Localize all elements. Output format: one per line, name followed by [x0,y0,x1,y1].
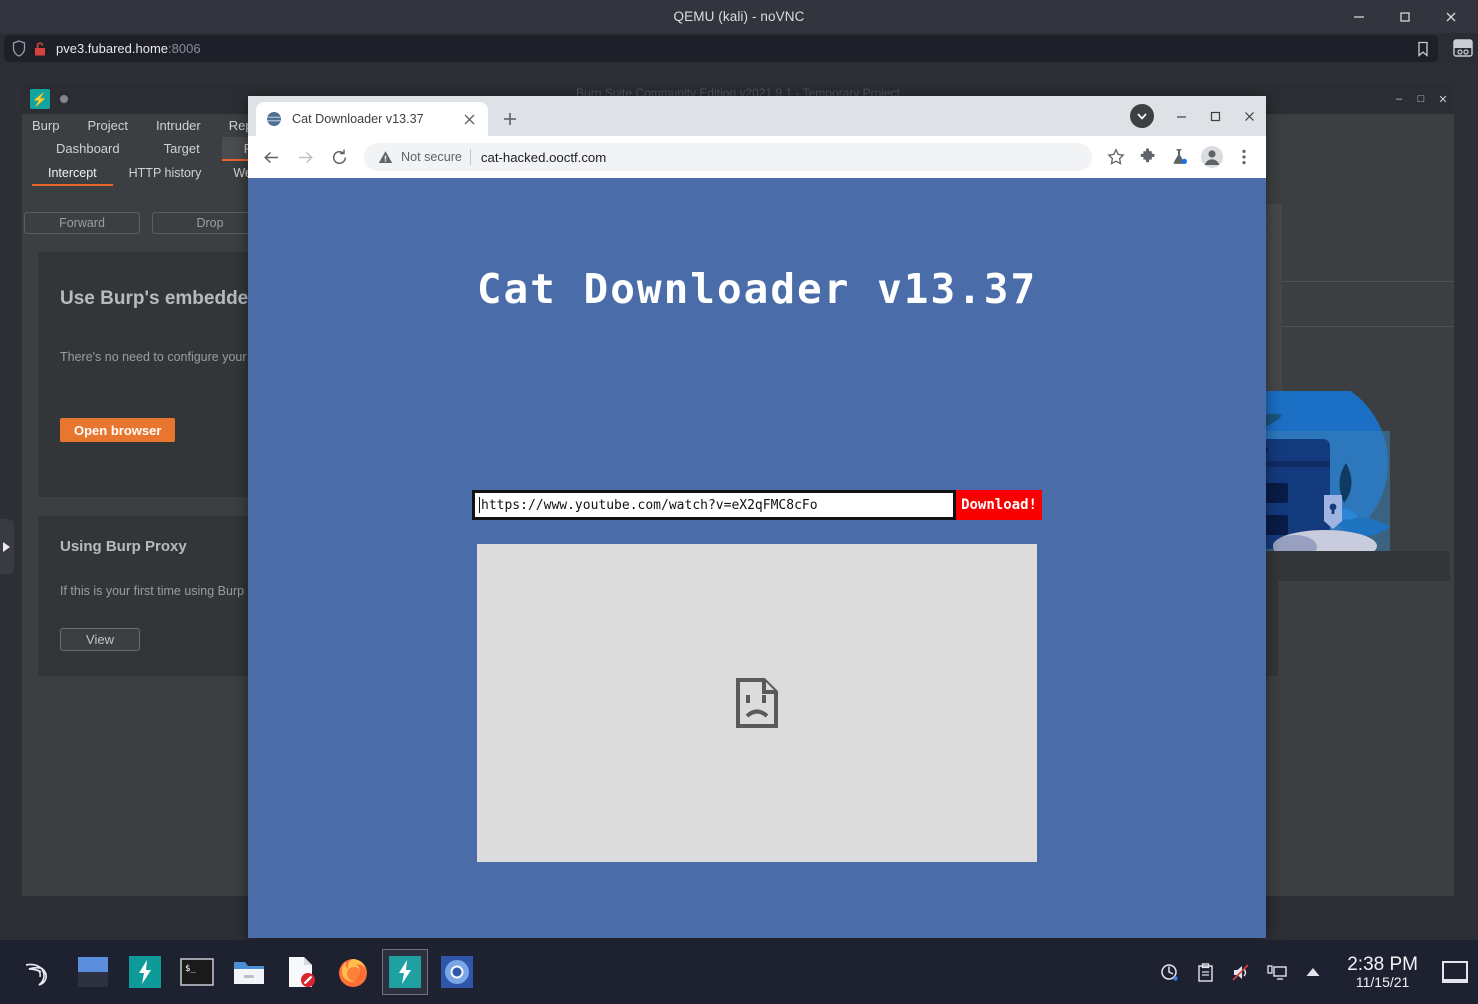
novnc-window-controls [1336,0,1474,33]
novnc-titlebar: QEMU (kali) - noVNC [0,0,1478,33]
chromium-icon[interactable] [438,953,476,991]
burp-window-controls: – □ ✕ [1388,84,1454,114]
burp-action-buttons: Forward Drop [22,212,268,234]
download-button[interactable]: Download! [956,490,1042,520]
unlocked-padlock-icon [35,41,45,55]
profile-circle-icon[interactable] [1130,104,1154,128]
burp-menu-project[interactable]: Project [87,118,127,133]
clipboard-icon[interactable] [1195,962,1215,982]
svg-text:$_: $_ [185,964,196,974]
page-viewport: Cat Downloader v13.37 https://www.youtub… [248,178,1266,938]
forward-button[interactable]: Forward [24,212,140,234]
novnc-url-port: :8006 [168,41,201,56]
url-input-value: https://www.youtube.com/watch?v=eX2qFMC8… [481,497,818,513]
chrome-close-icon[interactable] [1232,99,1266,133]
volume-muted-icon[interactable] [1231,962,1251,982]
novnc-close-icon[interactable] [1428,0,1474,33]
broken-image-placeholder [477,544,1037,862]
file-manager-icon[interactable] [230,953,268,991]
subtab-http-history[interactable]: HTTP history [113,161,218,186]
burp-menu-intruder[interactable]: Intruder [156,118,201,133]
burp-suite-icon[interactable] [126,953,164,991]
tab-dashboard[interactable]: Dashboard [34,137,142,161]
subtab-intercept[interactable]: Intercept [32,161,113,186]
burp-suite-icon: ⚡ [30,89,50,109]
tab-title: Cat Downloader v13.37 [292,112,424,126]
security-status-label: Not secure [401,150,462,164]
burp-menu-burp[interactable]: Burp [32,118,59,133]
globe-icon [266,112,281,126]
divider [1254,281,1454,282]
network-display-icon[interactable] [1267,962,1287,982]
novnc-window-title: QEMU (kali) - noVNC [673,9,805,24]
burp-close-icon[interactable]: ✕ [1432,84,1454,114]
experiments-flask-icon[interactable] [1166,143,1194,171]
divider [1254,326,1454,327]
tab-close-icon[interactable] [460,110,478,128]
page-title: Cat Downloader v13.37 [476,265,1038,313]
shield-icon [12,40,26,57]
show-desktop-button[interactable] [1442,961,1468,983]
taskbar: $_ 2:38 PM 11/15/21 [0,940,1478,1004]
new-tab-icon[interactable] [496,105,524,133]
burp-card-2-title: Using Burp Proxy [60,538,187,555]
warning-triangle-icon [378,150,393,163]
firefox-icon[interactable] [334,953,372,991]
broken-image-icon [736,678,778,728]
chrome-maximize-icon[interactable] [1198,99,1232,133]
novnc-urlbar: pve3.fubared.home:8006 [0,33,1478,64]
chrome-minimize-icon[interactable] [1164,99,1198,133]
system-tray: 2:38 PM 11/15/21 [1159,954,1478,991]
novnc-minimize-icon[interactable] [1336,0,1382,33]
reload-icon[interactable] [324,142,354,172]
text-caret [479,497,480,513]
forward-arrow-icon [290,142,320,172]
show-hidden-icons-icon[interactable] [1303,962,1323,982]
novnc-address-field[interactable]: pve3.fubared.home:8006 [4,35,1438,62]
burp-maximize-icon[interactable]: □ [1410,84,1432,114]
window-switcher-icon[interactable] [74,953,112,991]
profile-avatar-icon[interactable] [1198,143,1226,171]
burp-suite-active-icon[interactable] [382,949,428,995]
document-blocked-icon[interactable] [282,953,320,991]
clock-date: 11/15/21 [1355,973,1410,990]
kali-dragon-icon[interactable] [22,953,60,991]
burp-status-dot [60,95,68,103]
open-browser-button[interactable]: Open browser [60,418,176,442]
chrome-tabstrip: Cat Downloader v13.37 [248,96,1266,136]
novnc-panel-handle[interactable] [0,519,14,574]
chrome-window-controls [1130,96,1266,136]
chrome-browser-window: Cat Downloader v13.37 Not secure cat-hac… [248,96,1266,938]
novnc-maximize-icon[interactable] [1382,0,1428,33]
browser-extension-icon[interactable] [1452,38,1474,58]
tab-target[interactable]: Target [142,137,222,161]
back-arrow-icon[interactable] [256,142,286,172]
extensions-puzzle-icon[interactable] [1134,143,1162,171]
sync-update-icon[interactable] [1159,962,1179,982]
expand-arrow-icon [3,541,10,552]
novnc-url-host: pve3.fubared.home [56,41,169,56]
divider [469,149,471,165]
download-form: https://www.youtube.com/watch?v=eX2qFMC8… [472,490,1042,520]
terminal-icon[interactable]: $_ [178,953,216,991]
bookmark-star-icon[interactable] [1102,143,1130,171]
novnc-url-text: pve3.fubared.home:8006 [56,41,201,56]
browser-tab[interactable]: Cat Downloader v13.37 [256,102,488,136]
clock[interactable]: 2:38 PM 11/15/21 [1347,954,1418,991]
bookmark-icon[interactable] [1416,41,1430,57]
three-dot-menu-icon[interactable] [1230,143,1258,171]
address-bar[interactable]: Not secure cat-hacked.ooctf.com [364,143,1092,171]
url-input[interactable]: https://www.youtube.com/watch?v=eX2qFMC8… [472,490,956,520]
address-bar-url: cat-hacked.ooctf.com [480,149,607,165]
burp-minimize-icon[interactable]: – [1388,84,1410,114]
remote-desktop-area: ⚡ Burp Suite Community Edition v2021.9.1… [0,64,1478,940]
clock-time: 2:38 PM [1347,953,1418,975]
view-button[interactable]: View [60,628,140,651]
chrome-toolbar: Not secure cat-hacked.ooctf.com [248,136,1266,178]
taskbar-app-icons: $_ [0,949,476,995]
